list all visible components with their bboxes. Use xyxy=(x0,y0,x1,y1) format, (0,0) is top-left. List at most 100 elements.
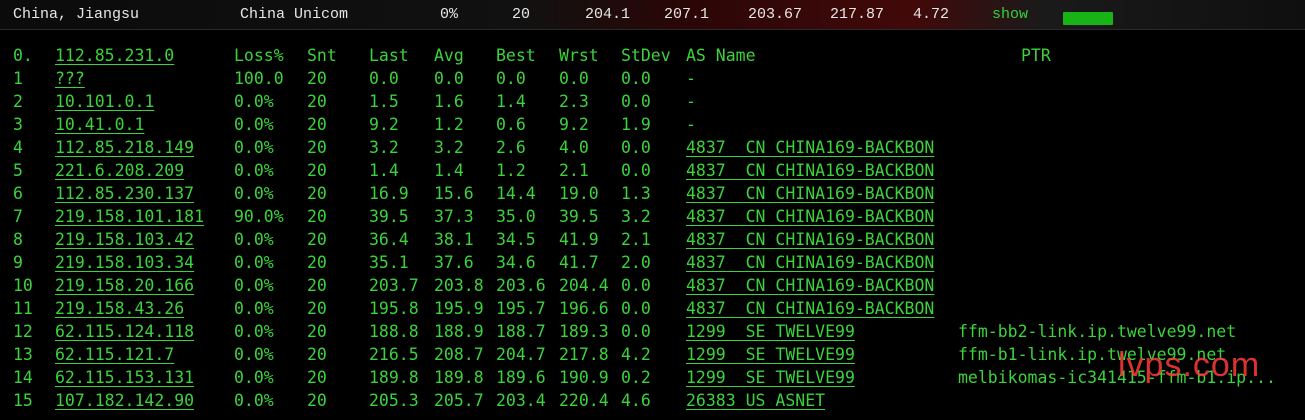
hop-as-name[interactable]: 4837 CN CHINA169-BACKBON xyxy=(686,228,934,251)
hop-stdev: 0.2 xyxy=(621,368,651,387)
hop-best: 14.4 xyxy=(496,184,536,203)
hop-number: 12 xyxy=(13,322,33,341)
hop-ip[interactable]: 112.85.218.149 xyxy=(55,136,194,159)
hop-best: 188.7 xyxy=(496,322,546,341)
hop-best: 2.6 xyxy=(496,138,526,157)
hop-best: 1.4 xyxy=(496,92,526,111)
hop-wrst: 19.0 xyxy=(559,184,599,203)
hop-as-name[interactable]: - xyxy=(686,90,696,113)
hop-number: 6 xyxy=(13,184,23,203)
hop-stdev: 1.3 xyxy=(621,184,651,203)
hop-ip[interactable]: 219.158.43.26 xyxy=(55,297,184,320)
hop-last: 195.8 xyxy=(369,299,419,318)
hop-as-name[interactable]: 4837 CN CHINA169-BACKBON xyxy=(686,205,934,228)
hop-as-name[interactable]: 4837 CN CHINA169-BACKBON xyxy=(686,136,934,159)
summary-last: 204.1 xyxy=(585,6,631,23)
hop-loss: 0.0% xyxy=(234,92,274,111)
hop-ip[interactable]: ??? xyxy=(55,67,85,90)
hop-as-name[interactable]: - xyxy=(686,113,696,136)
hop-ip[interactable]: 10.101.0.1 xyxy=(55,90,154,113)
hop-wrst: 2.3 xyxy=(559,92,589,111)
table-row: 7 219.158.101.181 90.0% 20 39.5 37.3 35.0 39.5 3… xyxy=(0,205,1305,228)
hop-number: 9 xyxy=(13,253,23,272)
hop-snt: 20 xyxy=(307,345,327,364)
table-row: 13 62.115.121.7 0.0% 20 216.5 208.7 204.7 217.8… xyxy=(0,343,1305,366)
hop-snt: 20 xyxy=(307,115,327,134)
hop-last: 1.5 xyxy=(369,92,399,111)
hop-ip[interactable]: 219.158.101.181 xyxy=(55,205,204,228)
hop-stdev: 0.0 xyxy=(621,322,651,341)
hop-ip[interactable]: 62.115.153.131 xyxy=(55,366,194,389)
hop-avg: 195.9 xyxy=(434,299,484,318)
hop-last: 35.1 xyxy=(369,253,409,272)
hop-number: 4 xyxy=(13,138,23,157)
hop-number: 13 xyxy=(13,345,33,364)
summary-best: 203.67 xyxy=(748,6,803,23)
hop-as-name[interactable]: 4837 CN CHINA169-BACKBON xyxy=(686,297,934,320)
hop-avg: 0.0 xyxy=(434,69,464,88)
hop-avg: 37.3 xyxy=(434,207,474,226)
hop-ip[interactable]: 219.158.103.34 xyxy=(55,251,194,274)
hop-as-name[interactable]: 4837 CN CHINA169-BACKBON xyxy=(686,251,934,274)
host-index: 0. xyxy=(13,46,33,65)
hop-last: 1.4 xyxy=(369,161,399,180)
hop-as-name[interactable]: 26383 US ASNET xyxy=(686,389,825,412)
hop-wrst: 41.9 xyxy=(559,230,599,249)
hop-as-name[interactable]: 4837 CN CHINA169-BACKBON xyxy=(686,182,934,205)
hop-best: 203.4 xyxy=(496,391,546,410)
hop-stdev: 2.0 xyxy=(621,253,651,272)
hop-stdev: 0.0 xyxy=(621,161,651,180)
hop-as-name[interactable]: 1299 SE TWELVE99 xyxy=(686,343,855,366)
hop-as-name[interactable]: - xyxy=(686,67,696,90)
hop-loss: 0.0% xyxy=(234,322,274,341)
table-row: 9 219.158.103.34 0.0% 20 35.1 37.6 34.6 41.7 2.0… xyxy=(0,251,1305,274)
hop-as-name[interactable]: 1299 SE TWELVE99 xyxy=(686,366,855,389)
hop-number: 15 xyxy=(13,391,33,410)
table-row: 4 112.85.218.149 0.0% 20 3.2 3.2 2.6 4.0 0.0 4837… xyxy=(0,136,1305,159)
hop-last: 188.8 xyxy=(369,322,419,341)
hop-ip[interactable]: 112.85.230.137 xyxy=(55,182,194,205)
hop-avg: 1.4 xyxy=(434,161,464,180)
hop-ip[interactable]: 221.6.208.209 xyxy=(55,159,184,182)
hop-avg: 37.6 xyxy=(434,253,474,272)
hop-stdev: 0.0 xyxy=(621,276,651,295)
table-row: 2 10.101.0.1 0.0% 20 1.5 1.6 1.4 2.3 0.0 - xyxy=(0,90,1305,113)
table-row: 14 62.115.153.131 0.0% 20 189.8 189.8 189.6 190… xyxy=(0,366,1305,389)
hop-number: 8 xyxy=(13,230,23,249)
hop-ip[interactable]: 107.182.142.90 xyxy=(55,389,194,412)
hop-ip[interactable]: 219.158.20.166 xyxy=(55,274,194,297)
hop-snt: 20 xyxy=(307,230,327,249)
hop-wrst: 39.5 xyxy=(559,207,599,226)
hop-ip[interactable]: 62.115.121.7 xyxy=(55,343,174,366)
header-loss: Loss% xyxy=(234,46,284,65)
hop-best: 189.6 xyxy=(496,368,546,387)
hop-number: 14 xyxy=(13,368,33,387)
hop-avg: 203.8 xyxy=(434,276,484,295)
summary-worst: 217.87 xyxy=(830,6,885,23)
hop-ip[interactable]: 10.41.0.1 xyxy=(55,113,144,136)
hop-best: 203.6 xyxy=(496,276,546,295)
hop-ip[interactable]: 219.158.103.42 xyxy=(55,228,194,251)
show-link[interactable]: show xyxy=(992,5,1028,25)
hop-as-name[interactable]: 4837 CN CHINA169-BACKBON xyxy=(686,274,934,297)
hop-as-name[interactable]: 4837 CN CHINA169-BACKBON xyxy=(686,159,934,182)
hop-snt: 20 xyxy=(307,299,327,318)
hop-number: 11 xyxy=(13,299,33,318)
hop-stdev: 0.0 xyxy=(621,92,651,111)
hop-ip[interactable]: 62.115.124.118 xyxy=(55,320,194,343)
table-row: 8 219.158.103.42 0.0% 20 36.4 38.1 34.5 41.9 2.1… xyxy=(0,228,1305,251)
header-stdev: StDev xyxy=(621,46,671,65)
hop-snt: 20 xyxy=(307,161,327,180)
hop-snt: 20 xyxy=(307,69,327,88)
summary-loss: 0% xyxy=(440,6,459,23)
host-ip[interactable]: 112.85.231.0 xyxy=(55,44,174,67)
hop-last: 39.5 xyxy=(369,207,409,226)
hop-snt: 20 xyxy=(307,92,327,111)
hop-as-name[interactable]: 1299 SE TWELVE99 xyxy=(686,320,855,343)
header-avg: Avg xyxy=(434,46,464,65)
summary-sent: 20 xyxy=(512,6,531,23)
hop-last: 216.5 xyxy=(369,345,419,364)
hop-last: 0.0 xyxy=(369,69,399,88)
hop-loss: 0.0% xyxy=(234,161,274,180)
hop-snt: 20 xyxy=(307,368,327,387)
